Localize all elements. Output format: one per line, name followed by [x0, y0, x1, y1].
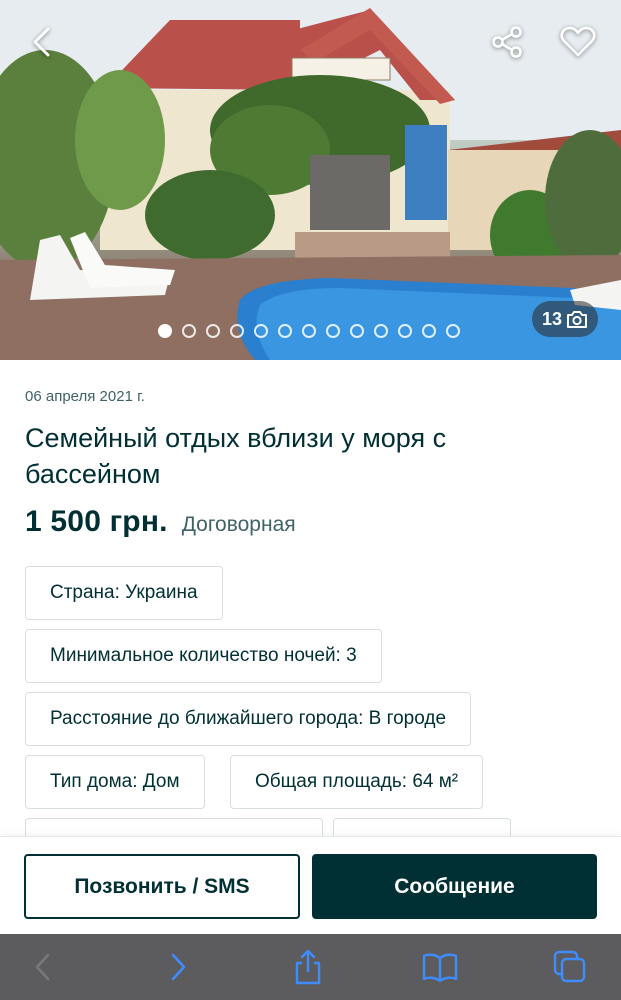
favorite-button[interactable]	[558, 22, 598, 62]
listing-photo	[0, 0, 621, 360]
browser-back-button[interactable]	[25, 949, 61, 985]
gallery-dot[interactable]	[374, 324, 388, 338]
gallery-dot[interactable]	[302, 324, 316, 338]
listing-title: Семейный отдых вблизи у моря с бассейном	[25, 423, 447, 489]
photo-count-badge[interactable]: 13	[532, 301, 599, 337]
share-button[interactable]	[487, 22, 527, 62]
listing-date: 06 апреля 2021 г.	[25, 388, 145, 405]
chevron-left-icon	[33, 27, 50, 57]
share-icon	[492, 26, 522, 58]
gallery-dot[interactable]	[398, 324, 412, 338]
camera-icon	[567, 311, 588, 328]
chevron-left-icon	[35, 953, 50, 981]
gallery-dot[interactable]	[158, 324, 172, 338]
param-tag-min-nights: Минимальное количество ночей: 3	[25, 629, 382, 683]
share-upload-icon	[295, 949, 321, 985]
price-row: 1 500 грн. Договорная	[25, 505, 296, 539]
browser-share-button[interactable]	[290, 949, 326, 985]
browser-bookmarks-button[interactable]	[422, 949, 458, 985]
gallery-dot[interactable]	[206, 324, 220, 338]
contact-action-bar: Позвонить / SMS Сообщение	[0, 836, 621, 934]
gallery-dot[interactable]	[422, 324, 436, 338]
heart-icon	[560, 26, 596, 57]
photo-count: 13	[542, 308, 563, 329]
gallery-dot[interactable]	[278, 324, 292, 338]
listing-price: 1 500 грн.	[25, 505, 168, 538]
gallery-dot[interactable]	[446, 324, 460, 338]
gallery-dot[interactable]	[254, 324, 268, 338]
book-icon	[422, 953, 458, 982]
browser-toolbar	[0, 934, 621, 1000]
price-negotiable-label: Договорная	[181, 513, 296, 536]
message-button[interactable]: Сообщение	[312, 854, 597, 919]
gallery-dot[interactable]	[350, 324, 364, 338]
gallery-dot[interactable]	[182, 324, 196, 338]
param-tag-area: Общая площадь: 64 м²	[230, 755, 484, 809]
browser-forward-button[interactable]	[160, 949, 196, 985]
param-tag-house-type: Тип дома: Дом	[25, 755, 205, 809]
chevron-right-icon	[171, 953, 186, 981]
gallery-dot[interactable]	[326, 324, 340, 338]
param-tag-country: Страна: Украина	[25, 566, 223, 620]
back-button[interactable]	[22, 22, 62, 62]
photo-gallery[interactable]: 13	[0, 0, 621, 360]
tabs-icon	[553, 950, 586, 983]
browser-tabs-button[interactable]	[552, 949, 588, 985]
call-sms-button[interactable]: Позвонить / SMS	[24, 854, 300, 919]
gallery-dot[interactable]	[230, 324, 244, 338]
param-tag-city-distance: Расстояние до ближайшего города: В город…	[25, 692, 472, 746]
gallery-pagination	[158, 324, 460, 338]
